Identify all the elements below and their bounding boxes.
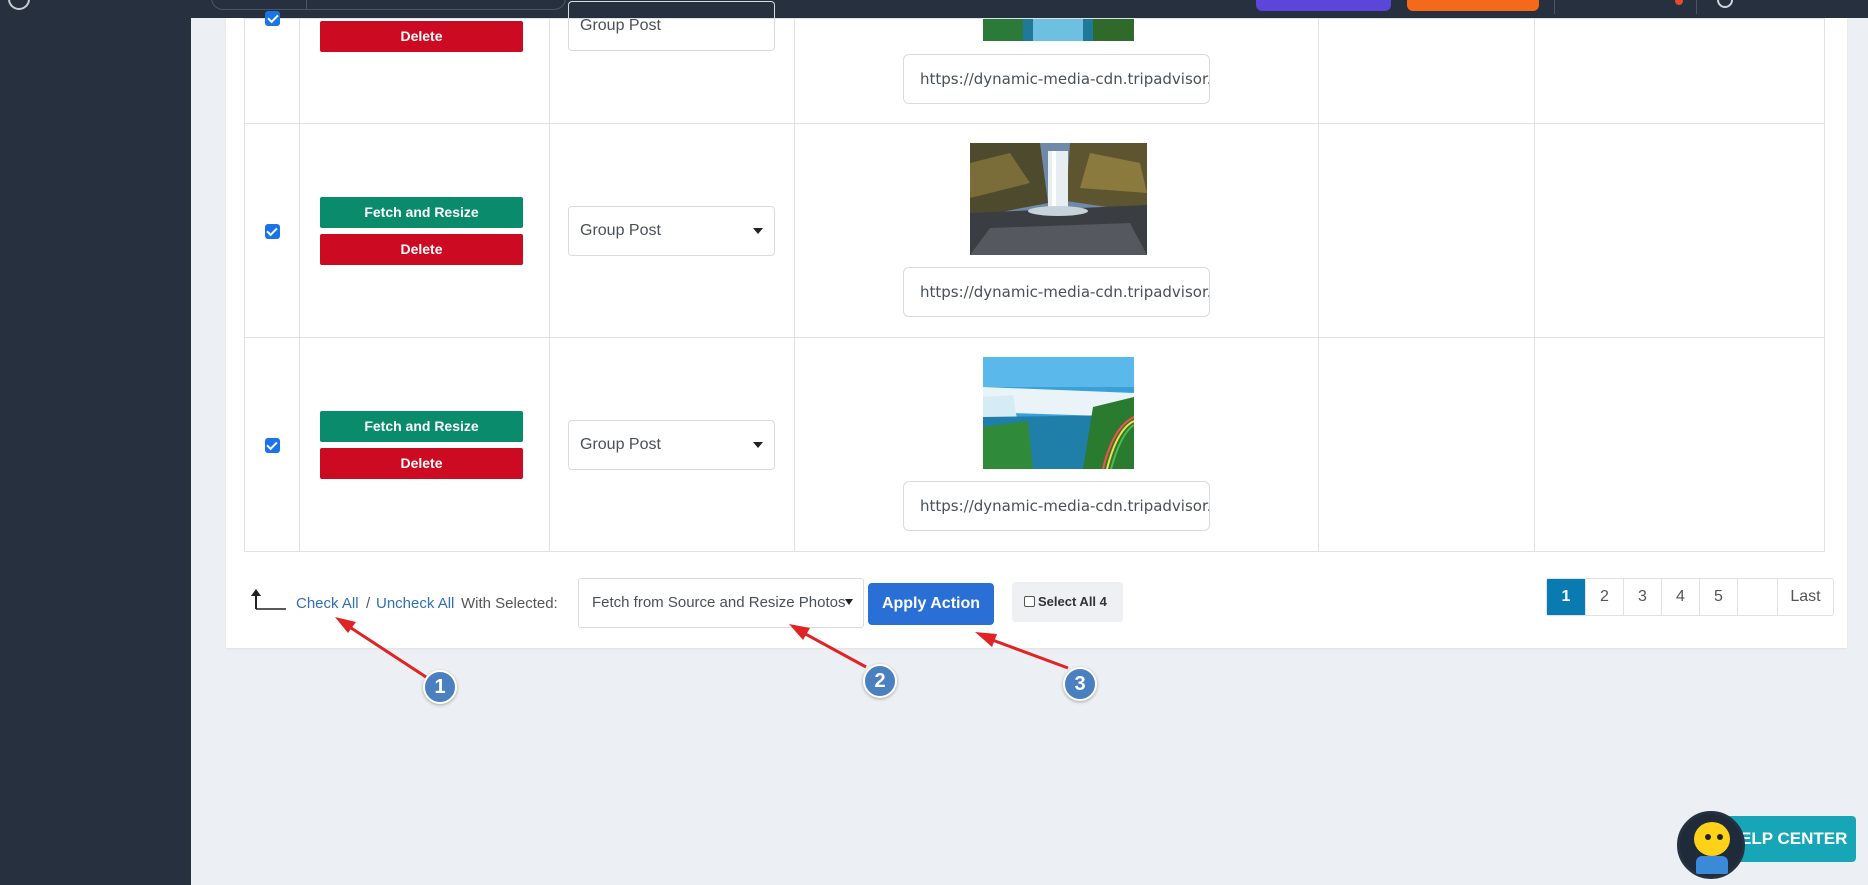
row-empty-cell — [1534, 337, 1825, 552]
chevron-down-icon — [753, 441, 763, 448]
top-bar-divider — [1696, 0, 1697, 14]
bot-eye-icon — [1705, 834, 1711, 840]
select-all-checkbox[interactable] — [1024, 596, 1035, 607]
help-bot-icon[interactable] — [1677, 811, 1745, 879]
page-4-button[interactable]: 4 — [1661, 579, 1699, 615]
row-media-cell: https://dynamic-media-cdn.tripadvisor.co… — [794, 18, 1319, 124]
fetch-and-resize-button[interactable]: Fetch and Resize — [320, 410, 523, 442]
row-checkbox[interactable] — [264, 224, 280, 239]
row-actions-cell: Fetch and Resize Delete — [299, 123, 550, 338]
table-row: Fetch and Resize Delete Group Post https… — [244, 123, 1825, 338]
row-type-cell: Group Post — [549, 337, 795, 552]
row-media-cell: https://dynamic-media-cdn.tripadvisor.co… — [794, 123, 1319, 338]
thumbnail-image — [983, 357, 1134, 469]
chevron-down-icon — [753, 227, 763, 234]
bulk-actions-bar: Check All / Uncheck All With Selected: F… — [226, 578, 1847, 648]
sidebar-menu-icon[interactable] — [8, 0, 30, 10]
row-empty-cell — [1318, 337, 1535, 552]
annotation-badge-3: 3 — [1063, 667, 1097, 701]
image-url-input[interactable]: https://dynamic-media-cdn.tripadvisor.co… — [903, 481, 1210, 531]
post-type-select[interactable]: Group Post — [568, 205, 775, 256]
fetch-and-resize-button[interactable]: Fetch and Resize — [320, 196, 523, 228]
bulk-action-select[interactable]: Fetch from Source and Resize Photos — [578, 578, 864, 628]
table-row: Delete Group Post https://dynamic-media-… — [244, 1, 1825, 124]
page-2-button[interactable]: 2 — [1585, 579, 1623, 615]
row-empty-cell — [1318, 18, 1535, 124]
top-bar-button-primary[interactable] — [1256, 0, 1391, 11]
sidebar — [0, 0, 191, 885]
row-empty-cell — [1318, 123, 1535, 338]
corner-up-arrow-icon — [251, 589, 286, 610]
row-media-cell: https://dynamic-media-cdn.tripadvisor.co… — [794, 337, 1319, 552]
delete-button[interactable]: Delete — [320, 447, 523, 479]
top-search-input[interactable] — [211, 0, 566, 10]
link-separator: / — [366, 595, 371, 612]
row-empty-cell — [1534, 18, 1825, 124]
pagination: 1 2 3 4 5 Last — [1546, 578, 1834, 616]
delete-button[interactable]: Delete — [320, 21, 523, 52]
row-select-cell — [244, 11, 300, 124]
check-all-link[interactable]: Check All — [296, 595, 359, 612]
top-bar — [191, 0, 1868, 18]
row-actions-cell: Delete — [299, 18, 550, 124]
help-center-button[interactable]: ELP CENTER — [1726, 816, 1856, 862]
row-select-cell — [244, 337, 300, 552]
page-ellipsis — [1737, 579, 1777, 615]
select-all-label: Select All 4 — [1038, 594, 1107, 609]
row-type-cell: Group Post — [549, 123, 795, 338]
chevron-down-icon — [845, 599, 853, 605]
top-search-divider — [306, 0, 307, 10]
row-actions-cell: Fetch and Resize Delete — [299, 337, 550, 552]
post-type-value: Group Post — [580, 17, 661, 34]
select-all-toggle[interactable]: Select All 4 — [1012, 582, 1123, 622]
delete-button[interactable]: Delete — [320, 233, 523, 265]
post-type-value: Group Post — [580, 435, 661, 453]
bot-eye-icon — [1717, 834, 1723, 840]
post-type-value: Group Post — [580, 221, 661, 239]
notification-dot-icon — [1675, 0, 1683, 5]
thumbnail-image — [970, 143, 1147, 255]
user-icon[interactable] — [1717, 0, 1733, 8]
last-page-button[interactable]: Last — [1777, 579, 1833, 615]
apply-action-button[interactable]: Apply Action — [868, 583, 994, 625]
bot-head-icon — [1694, 822, 1730, 856]
page-1-button[interactable]: 1 — [1547, 579, 1585, 615]
row-checkbox[interactable] — [264, 438, 280, 453]
page-3-button[interactable]: 3 — [1623, 579, 1661, 615]
table-row: Fetch and Resize Delete Group Post https… — [244, 337, 1825, 552]
thumbnail-image — [983, 19, 1134, 41]
row-type-cell: Group Post — [549, 1, 795, 124]
annotation-badge-1: 1 — [423, 670, 457, 704]
row-checkbox[interactable] — [265, 11, 280, 26]
post-type-select[interactable]: Group Post — [568, 419, 775, 470]
image-url-input[interactable]: https://dynamic-media-cdn.tripadvisor.co… — [903, 54, 1210, 104]
uncheck-all-link[interactable]: Uncheck All — [376, 595, 454, 612]
row-select-cell — [244, 123, 300, 338]
row-empty-cell — [1534, 123, 1825, 338]
posts-card: Delete Group Post https://dynamic-media-… — [226, 1, 1847, 648]
bot-body-icon — [1696, 856, 1728, 874]
annotation-badge-2: 2 — [863, 664, 897, 698]
post-type-select[interactable]: Group Post — [568, 1, 775, 51]
bulk-action-value: Fetch from Source and Resize Photos — [592, 594, 846, 611]
with-selected-label: With Selected: — [461, 595, 558, 612]
top-bar-divider — [1554, 0, 1555, 14]
page-5-button[interactable]: 5 — [1699, 579, 1737, 615]
top-bar-button-secondary[interactable] — [1407, 0, 1539, 11]
posts-table: Delete Group Post https://dynamic-media-… — [244, 1, 1825, 552]
image-url-input[interactable]: https://dynamic-media-cdn.tripadvisor.co… — [903, 267, 1210, 317]
